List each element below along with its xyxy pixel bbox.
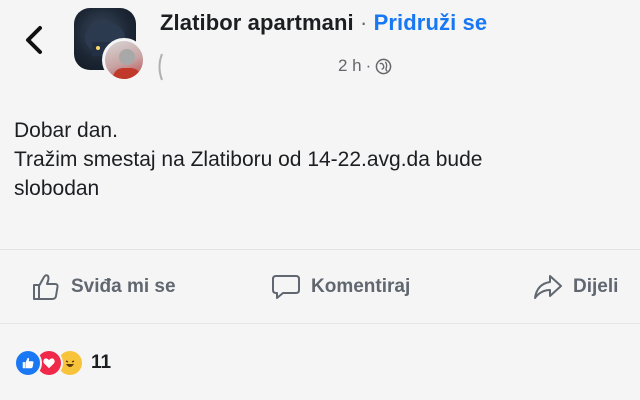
like-reaction-icon — [14, 349, 42, 377]
author-name-placeholder — [158, 53, 163, 81]
post-meta: 2 h · — [338, 56, 392, 76]
avatar-stack[interactable] — [70, 6, 150, 86]
post-header: Zlatibor apartmani · Pridruži se — [160, 10, 487, 36]
back-button[interactable] — [20, 22, 46, 58]
join-group-link[interactable]: Pridruži se — [374, 10, 488, 35]
post-text-line: Tražim smestaj na Zlatiboru od 14-22.avg… — [14, 148, 483, 171]
user-photo — [113, 49, 141, 79]
post-text: Dobar dan. Tražim smestaj na Zlatiboru o… — [14, 116, 624, 203]
share-icon — [534, 275, 562, 299]
reaction-count: 11 — [91, 352, 112, 373]
post-text-line: slobodan — [14, 177, 100, 200]
divider — [0, 323, 640, 324]
facebook-group-post: Zlatibor apartmani · Pridruži se 2 h · D… — [0, 0, 640, 400]
like-label: Sviđa mi se — [71, 276, 176, 297]
comment-label: Komentiraj — [311, 276, 411, 297]
header-separator: · — [353, 10, 374, 35]
action-bar: Sviđa mi se Komentiraj Dijeli — [0, 264, 640, 310]
post-time[interactable]: 2 h — [338, 56, 362, 76]
comment-button[interactable]: Komentiraj — [270, 264, 410, 310]
thumbs-up-icon — [33, 274, 59, 300]
globe-icon — [375, 58, 392, 74]
share-label: Dijeli — [573, 276, 619, 297]
post-text-line: Dobar dan. — [14, 119, 118, 142]
meta-separator: · — [365, 56, 372, 75]
comment-icon — [272, 275, 300, 299]
chevron-left-icon — [26, 26, 42, 54]
divider — [0, 249, 640, 250]
like-button[interactable]: Sviđa mi se — [30, 264, 176, 310]
share-button[interactable]: Dijeli — [532, 264, 618, 310]
user-avatar[interactable] — [102, 38, 146, 82]
group-name-link[interactable]: Zlatibor apartmani — [160, 10, 354, 35]
reactions-summary[interactable]: 11 — [14, 346, 111, 380]
